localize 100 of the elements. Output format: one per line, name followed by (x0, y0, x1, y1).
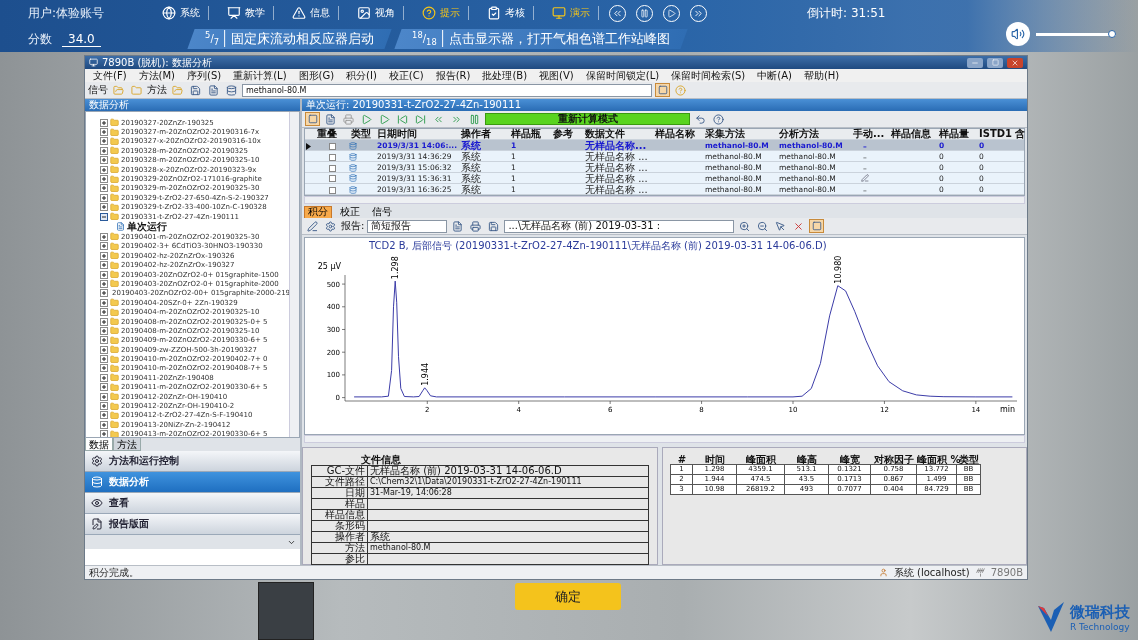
plus-icon[interactable] (100, 364, 108, 373)
plus-icon[interactable] (100, 420, 108, 429)
plus-icon[interactable] (100, 270, 108, 279)
nav-button[interactable]: 报告版面 (85, 514, 300, 535)
view-tab[interactable]: 信号 (368, 205, 396, 219)
plus-icon[interactable] (100, 175, 108, 184)
column-header[interactable]: 重叠 (315, 129, 349, 139)
pointer-icon[interactable] (775, 220, 787, 232)
skip-forward-icon[interactable] (415, 113, 426, 125)
nav-button[interactable]: 数据分析 (85, 472, 300, 493)
checkbox[interactable] (329, 175, 336, 182)
nav-button[interactable]: 提示 (414, 6, 470, 20)
menu-item[interactable]: 保留时间锁定(L) (579, 69, 666, 82)
close-icon[interactable] (793, 220, 805, 232)
pen-icon[interactable] (307, 220, 318, 232)
view-tab[interactable]: 校正 (336, 205, 364, 219)
pause-icon[interactable] (469, 113, 480, 125)
column-header[interactable]: 样品信息 (889, 129, 937, 139)
plus-icon[interactable] (100, 383, 108, 392)
plus-icon[interactable] (100, 336, 108, 345)
document-icon[interactable] (208, 84, 219, 96)
view-tab[interactable]: 积分 (304, 205, 332, 219)
column-header[interactable]: 样品量 (937, 129, 977, 139)
file-dropdown[interactable]: ...\无样品名称 (前) 2019-03-31 : (504, 219, 735, 233)
menu-item[interactable]: 方法(M) (132, 69, 181, 82)
checkbox[interactable] (329, 142, 336, 150)
plus-icon[interactable] (100, 279, 108, 288)
plus-icon[interactable] (100, 251, 108, 260)
plus-icon[interactable] (100, 308, 108, 317)
nav-button[interactable]: 视角 (349, 6, 405, 20)
nav-button[interactable]: 方法和运行控制 (85, 451, 300, 472)
column-header[interactable]: 日期时间 (375, 129, 459, 139)
save-icon[interactable] (488, 220, 500, 232)
plus-icon[interactable] (100, 233, 108, 241)
column-header[interactable]: ISTD1 含 (977, 129, 1026, 139)
skip-back-icon[interactable] (397, 113, 408, 125)
zoom-out-icon[interactable] (757, 220, 769, 232)
plus-icon[interactable] (100, 289, 108, 298)
column-header[interactable]: 样品瓶 (509, 129, 551, 139)
column-header[interactable]: 采集方法 (703, 129, 777, 139)
plus-icon[interactable] (100, 326, 108, 335)
menu-item[interactable]: 帮助(H) (797, 69, 846, 82)
scrollbar[interactable] (304, 435, 1025, 443)
plus-icon[interactable] (100, 137, 108, 146)
nav-button[interactable]: 信息 (284, 6, 340, 20)
menu-item[interactable]: 重新计算(L) (227, 69, 293, 82)
column-header[interactable]: 手动... (851, 129, 889, 139)
plus-icon[interactable] (100, 193, 108, 202)
nav-button[interactable]: 查看 (85, 493, 300, 514)
tree-item[interactable]: 单次运行 (127, 221, 167, 233)
plus-icon[interactable] (100, 128, 108, 137)
toggle-button[interactable] (809, 219, 825, 233)
method-field[interactable]: methanol-80.M (242, 83, 652, 97)
plus-icon[interactable] (100, 298, 108, 307)
plus-icon[interactable] (100, 402, 108, 410)
plus-icon[interactable] (100, 392, 108, 401)
plus-icon[interactable] (100, 430, 108, 437)
database-icon[interactable] (226, 84, 237, 96)
checkbox[interactable] (329, 186, 336, 194)
menu-item[interactable]: 中断(A) (751, 69, 798, 82)
volume-button[interactable] (1006, 22, 1030, 46)
menu-item[interactable]: 保留时间检索(S) (665, 69, 752, 82)
plus-icon[interactable] (100, 184, 108, 193)
scrollbar[interactable] (304, 196, 1025, 204)
toggle-button[interactable] (655, 83, 670, 97)
menu-item[interactable]: 校正(C) (382, 69, 430, 82)
undo-icon[interactable] (695, 113, 706, 125)
document-icon[interactable] (452, 220, 464, 232)
column-header[interactable]: 类型 (349, 129, 375, 139)
plus-icon[interactable] (100, 411, 108, 420)
column-header[interactable]: 数据文件 (583, 129, 653, 139)
menu-item[interactable]: 序列(S) (181, 69, 228, 82)
maximize-button[interactable] (987, 57, 1003, 68)
nav-button[interactable]: 系统 (154, 6, 210, 20)
plus-icon[interactable] (100, 203, 108, 212)
plus-icon[interactable] (100, 261, 108, 270)
close-button[interactable] (1007, 57, 1023, 68)
checkbox[interactable] (329, 164, 336, 172)
settings-icon[interactable] (325, 220, 336, 232)
menu-item[interactable]: 积分(I) (340, 69, 383, 82)
plus-icon[interactable] (100, 242, 108, 251)
save-icon[interactable] (190, 84, 201, 96)
plus-icon[interactable] (100, 345, 108, 354)
menu-item[interactable]: 文件(F) (87, 69, 133, 82)
help-icon[interactable] (713, 113, 724, 125)
checkbox[interactable] (329, 153, 336, 161)
menu-item[interactable]: 图形(G) (292, 69, 341, 82)
zoom-in-icon[interactable] (739, 220, 751, 232)
volume-slider[interactable] (1036, 32, 1116, 36)
document-icon[interactable] (325, 113, 336, 125)
plus-icon[interactable] (100, 165, 108, 174)
minus-icon[interactable] (100, 212, 108, 221)
menu-item[interactable]: 批处理(B) (476, 69, 534, 82)
report-dropdown[interactable]: 简短报告 (367, 219, 448, 233)
plus-icon[interactable] (100, 355, 108, 364)
confirm-button[interactable]: 确定 (515, 583, 621, 610)
panel-tab[interactable]: 方法 (113, 438, 141, 451)
plus-icon[interactable] (100, 146, 108, 155)
column-header[interactable]: 样品名称 (653, 129, 703, 139)
plus-icon[interactable] (100, 317, 108, 326)
